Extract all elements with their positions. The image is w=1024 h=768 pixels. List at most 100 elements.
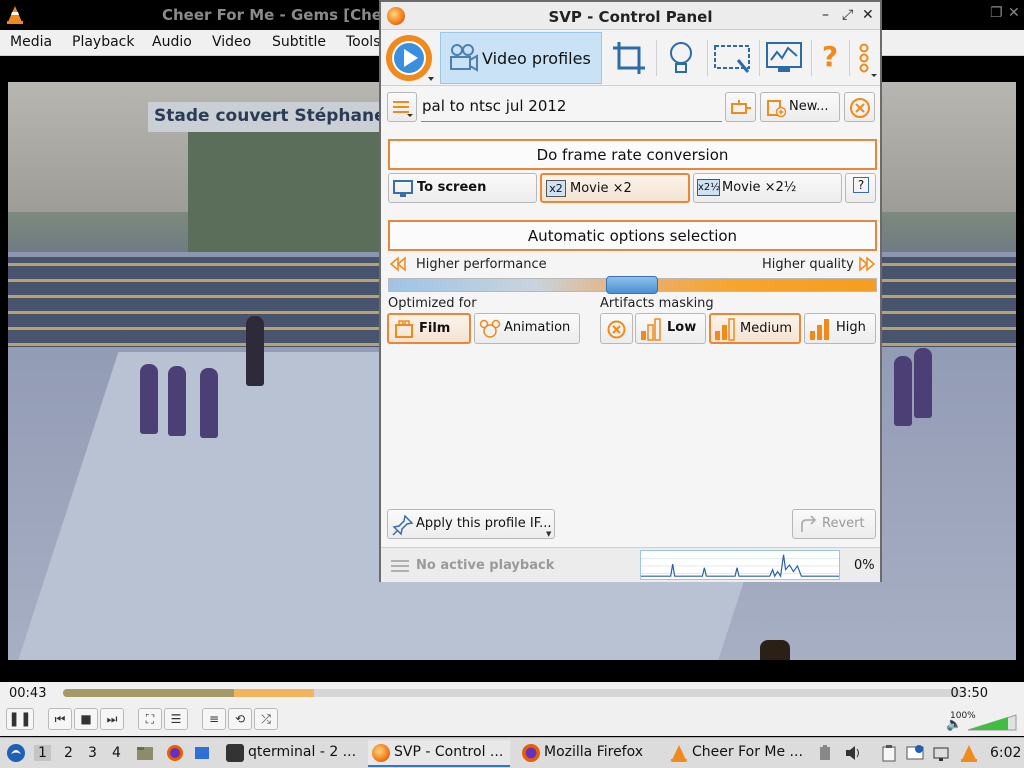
maximize-icon[interactable]: ⤢ bbox=[842, 7, 853, 23]
apply-profile-if-button[interactable]: Apply this profile IF... ▼ bbox=[387, 509, 555, 539]
stop-button[interactable]: ■ bbox=[74, 708, 98, 730]
video-person bbox=[140, 364, 158, 434]
extended-settings-button[interactable]: ☰ bbox=[164, 708, 188, 730]
menu-tools[interactable]: Tools bbox=[346, 34, 381, 50]
movie-x2-5-button[interactable]: x2½ Movie ×2½ bbox=[693, 173, 842, 203]
screen-icon bbox=[393, 180, 413, 197]
artifacts-medium-button[interactable]: Medium bbox=[709, 313, 801, 344]
movie-x2-button[interactable]: x2 Movie ×2 bbox=[540, 173, 690, 203]
task-qterminal[interactable]: qterminal - 2 ... bbox=[222, 740, 362, 767]
delete-profile-button[interactable] bbox=[844, 92, 875, 122]
to-screen-button[interactable]: To screen bbox=[388, 173, 537, 203]
film-button[interactable]: Film bbox=[387, 313, 471, 344]
automatic-options-toggle[interactable]: Automatic options selection bbox=[388, 220, 877, 251]
crop-icon[interactable] bbox=[609, 38, 649, 78]
profile-name-field[interactable]: pal to ntsc jul 2012 bbox=[421, 97, 722, 122]
clipboard-icon[interactable] bbox=[880, 744, 898, 762]
delete-icon bbox=[850, 98, 870, 118]
screen-region-icon[interactable] bbox=[712, 38, 752, 78]
close-icon[interactable]: ✕ bbox=[862, 7, 874, 23]
profile-options-button[interactable] bbox=[725, 92, 756, 122]
svp-main-menu-icon[interactable] bbox=[384, 33, 436, 83]
video-person bbox=[200, 368, 218, 438]
vlc-cone-icon bbox=[671, 745, 687, 762]
new-profile-label: New... bbox=[789, 99, 829, 114]
monitor-icon[interactable] bbox=[764, 38, 804, 78]
tab-video-profiles[interactable]: Video profiles bbox=[440, 32, 602, 84]
task-label: Mozilla Firefox bbox=[544, 744, 644, 760]
artifacts-high-label: High bbox=[836, 320, 866, 335]
workspace-1[interactable]: 1 bbox=[34, 745, 51, 761]
high-level-icon bbox=[810, 319, 829, 340]
higher-performance-label: Higher performance bbox=[416, 257, 547, 272]
playlist-button[interactable]: ≡ bbox=[202, 708, 226, 730]
svp-window-title: SVP - Control Panel bbox=[548, 8, 713, 26]
next-button[interactable]: ⏭ bbox=[100, 708, 124, 730]
menu-video[interactable]: Video bbox=[212, 34, 251, 50]
tab-video-profiles-label: Video profiles bbox=[482, 49, 591, 68]
vlc-tray-icon[interactable] bbox=[960, 744, 978, 762]
low-level-icon bbox=[641, 318, 661, 341]
artifacts-off-button[interactable] bbox=[600, 313, 633, 344]
profile-list-button[interactable] bbox=[387, 92, 417, 122]
volume-tray-icon[interactable] bbox=[844, 744, 862, 762]
pause-button[interactable]: ❚❚ bbox=[6, 708, 34, 730]
video-person bbox=[760, 640, 790, 660]
task-firefox[interactable]: Mozilla Firefox bbox=[518, 740, 658, 767]
artifacts-low-button[interactable]: Low bbox=[635, 313, 706, 344]
animation-icon bbox=[479, 319, 501, 338]
artifacts-high-button[interactable]: High bbox=[804, 313, 876, 344]
network-icon[interactable] bbox=[932, 744, 950, 762]
file-manager-icon[interactable] bbox=[136, 744, 154, 762]
movie-x2-5-label: Movie ×2½ bbox=[722, 180, 797, 195]
frame-rate-help-button[interactable]: ? bbox=[845, 173, 876, 203]
loop-button[interactable]: ⟲ bbox=[228, 708, 252, 730]
workspace-2[interactable]: 2 bbox=[64, 745, 73, 761]
revert-button[interactable]: Revert bbox=[792, 509, 876, 539]
film-label: Film bbox=[419, 321, 451, 336]
menu-audio[interactable]: Audio bbox=[152, 34, 192, 50]
artifacts-medium-label: Medium bbox=[740, 321, 792, 336]
animation-label: Animation bbox=[504, 320, 571, 335]
help-icon[interactable]: ? bbox=[815, 40, 845, 76]
previous-button[interactable]: ⏮ bbox=[48, 708, 72, 730]
rewind-icon[interactable] bbox=[389, 256, 407, 272]
start-menu-icon[interactable] bbox=[6, 743, 26, 763]
video-banner: Stade couvert Stéphane Dia bbox=[148, 102, 388, 132]
fast-forward-icon[interactable] bbox=[858, 256, 876, 272]
new-profile-button[interactable]: New... bbox=[760, 92, 840, 122]
pin-icon bbox=[392, 514, 414, 536]
battery-icon[interactable] bbox=[816, 744, 834, 762]
workspace-3[interactable]: 3 bbox=[88, 745, 97, 761]
notification-icon[interactable] bbox=[906, 744, 924, 762]
playback-status: No active playback bbox=[416, 558, 555, 573]
desktop-icon[interactable] bbox=[194, 744, 212, 762]
menu-playback[interactable]: Playback bbox=[72, 34, 134, 50]
animation-button[interactable]: Animation bbox=[474, 313, 580, 344]
video-person bbox=[246, 316, 264, 386]
svp-toolbar: Video profiles ? bbox=[381, 30, 880, 86]
video-person bbox=[894, 356, 912, 426]
firefox-icon bbox=[522, 744, 540, 762]
frame-rate-conversion-toggle[interactable]: Do frame rate conversion bbox=[388, 139, 877, 170]
fullscreen-button[interactable]: ⛶ bbox=[138, 708, 162, 730]
workspace-4[interactable]: 4 bbox=[112, 745, 121, 761]
vlc-maximize-icon[interactable]: ❐ bbox=[990, 5, 1003, 21]
volume-slider[interactable]: 🔈 bbox=[946, 712, 1018, 732]
vlc-close-icon[interactable]: ✕ bbox=[1008, 5, 1020, 21]
task-vlc[interactable]: Cheer For Me ... bbox=[666, 740, 808, 767]
minimize-icon[interactable]: – bbox=[822, 7, 829, 23]
status-menu-icon[interactable] bbox=[390, 558, 412, 574]
shuffle-button[interactable]: ⤮ bbox=[254, 708, 278, 730]
seek-bar[interactable] bbox=[63, 689, 961, 697]
menu-media[interactable]: Media bbox=[10, 34, 52, 50]
firefox-icon[interactable] bbox=[166, 744, 184, 762]
performance-quality-slider[interactable] bbox=[388, 276, 877, 294]
more-icon[interactable] bbox=[853, 38, 879, 78]
lightbulb-icon[interactable] bbox=[661, 38, 701, 78]
slider-knob[interactable] bbox=[606, 276, 658, 294]
vlc-cone-icon bbox=[7, 6, 23, 24]
task-svp[interactable]: SVP - Control ... bbox=[368, 740, 510, 767]
task-label: Cheer For Me ... bbox=[692, 744, 803, 760]
menu-subtitle[interactable]: Subtitle bbox=[272, 34, 326, 50]
